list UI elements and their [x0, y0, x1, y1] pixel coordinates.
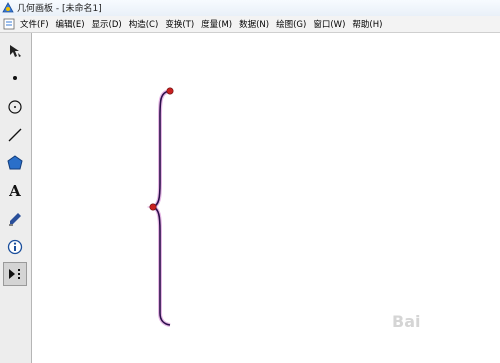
compass-circle-icon	[8, 100, 22, 114]
tool-marker[interactable]	[3, 207, 27, 231]
tool-information[interactable]	[3, 235, 27, 259]
arrow-select-icon	[10, 45, 21, 57]
straightedge-icon	[8, 128, 22, 142]
menu-measure[interactable]: 度量(M)	[201, 18, 232, 30]
menu-graph[interactable]: 绘图(G)	[276, 18, 306, 30]
menu-window[interactable]: 窗口(W)	[313, 18, 345, 30]
sketch-drawing	[146, 87, 174, 327]
tool-polygon[interactable]	[3, 151, 27, 175]
menu-transform[interactable]: 变换(T)	[165, 18, 194, 30]
app-logo-icon	[2, 2, 14, 13]
point-tool-icon	[13, 76, 17, 80]
point-middle[interactable]	[149, 203, 157, 211]
polygon-icon	[7, 155, 23, 170]
document-menu-icon[interactable]	[3, 18, 15, 30]
point-top[interactable]	[166, 87, 174, 95]
text-tool-icon: A	[9, 182, 21, 200]
menu-file[interactable]: 文件(F)	[20, 18, 49, 30]
window-title: 几何画板 - [未命名1]	[17, 4, 102, 14]
tool-text[interactable]: A	[3, 179, 27, 203]
menu-display[interactable]: 显示(D)	[92, 18, 122, 30]
tool-compass[interactable]	[3, 95, 27, 119]
information-icon	[7, 239, 23, 255]
tool-palette: A	[0, 33, 32, 363]
sketch-canvas[interactable]	[32, 33, 500, 363]
custom-tool-icon	[9, 269, 20, 279]
marker-pen-icon	[9, 213, 21, 226]
tool-point[interactable]	[3, 66, 27, 90]
menu-data[interactable]: 数据(N)	[239, 18, 269, 30]
menu-bar: 文件(F) 编辑(E) 显示(D) 构造(C) 变换(T) 度量(M) 数据(N…	[0, 16, 500, 33]
watermark-text: Bai	[392, 312, 421, 331]
tool-straightedge[interactable]	[3, 123, 27, 147]
menu-construct[interactable]: 构造(C)	[129, 18, 159, 30]
title-bar: 几何画板 - [未命名1]	[0, 0, 500, 17]
tool-custom[interactable]	[3, 262, 27, 286]
menu-help[interactable]: 帮助(H)	[352, 18, 382, 30]
tool-selection-arrow[interactable]	[3, 39, 27, 63]
menu-edit[interactable]: 编辑(E)	[56, 18, 85, 30]
